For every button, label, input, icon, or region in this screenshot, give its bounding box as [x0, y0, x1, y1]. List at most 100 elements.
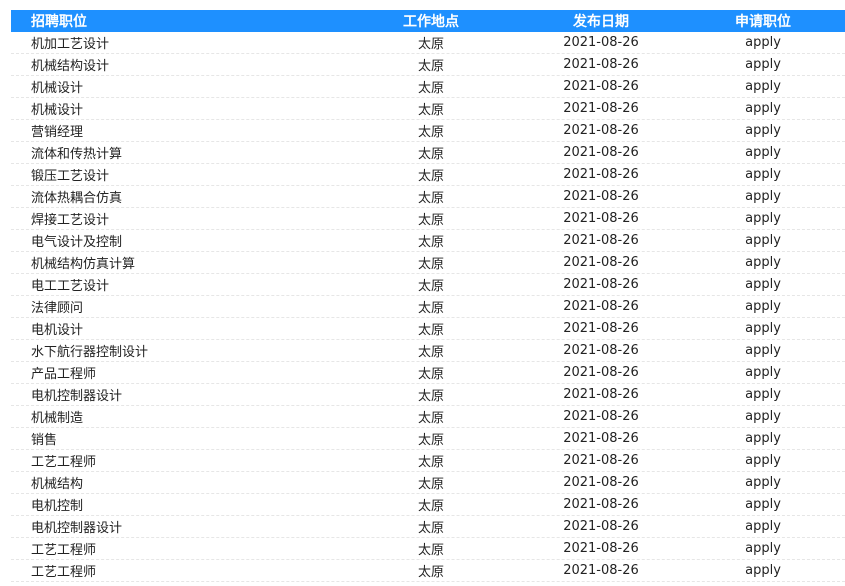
table-row: 流体热耦合仿真 太原 2021-08-26 apply: [11, 186, 845, 208]
publish-date-cell: 2021-08-26: [563, 475, 639, 490]
publish-date-cell: 2021-08-26: [563, 167, 639, 182]
table-row: 电机控制器设计 太原 2021-08-26 apply: [11, 516, 845, 538]
apply-link[interactable]: apply: [745, 233, 781, 248]
table-row: 电机控制器设计 太原 2021-08-26 apply: [11, 384, 845, 406]
table-row: 法律顾问 太原 2021-08-26 apply: [11, 296, 845, 318]
job-position-cell: 电工工艺设计: [31, 279, 110, 294]
publish-date-cell: 2021-08-26: [563, 145, 639, 160]
table-row: 销售 太原 2021-08-26 apply: [11, 428, 845, 450]
job-position-cell: 流体和传热计算: [31, 147, 123, 162]
job-position-cell: 机械结构: [31, 477, 84, 492]
apply-cell: apply: [681, 299, 845, 314]
apply-cell: apply: [681, 365, 845, 380]
apply-link[interactable]: apply: [745, 365, 781, 380]
apply-link[interactable]: apply: [745, 343, 781, 358]
apply-cell: apply: [681, 145, 845, 160]
job-position-cell: 机械制造: [31, 411, 84, 426]
apply-link[interactable]: apply: [745, 211, 781, 226]
job-location-cell: 太原: [417, 411, 444, 426]
apply-link[interactable]: apply: [745, 497, 781, 512]
job-location-cell: 太原: [417, 169, 444, 184]
job-location-cell: 太原: [417, 235, 444, 250]
job-position-cell: 销售: [31, 433, 58, 448]
publish-date-cell: 2021-08-26: [563, 343, 639, 358]
apply-cell: apply: [681, 211, 845, 226]
publish-date-cell: 2021-08-26: [563, 233, 639, 248]
table-header: 招聘职位 工作地点 发布日期 申请职位: [11, 10, 845, 32]
publish-date-cell: 2021-08-26: [563, 365, 639, 380]
publish-date-cell: 2021-08-26: [563, 563, 639, 578]
apply-cell: apply: [681, 255, 845, 270]
apply-cell: apply: [681, 409, 845, 424]
apply-link[interactable]: apply: [745, 79, 781, 94]
header-apply: 申请职位: [735, 14, 791, 30]
apply-link[interactable]: apply: [745, 167, 781, 182]
table-row: 机加工艺设计 太原 2021-08-26 apply: [11, 32, 845, 54]
publish-date-cell: 2021-08-26: [563, 79, 639, 94]
job-position-cell: 营销经理: [31, 125, 84, 140]
apply-link[interactable]: apply: [745, 321, 781, 336]
table-row: 机械结构设计 太原 2021-08-26 apply: [11, 54, 845, 76]
apply-cell: apply: [681, 189, 845, 204]
job-location-cell: 太原: [417, 389, 444, 404]
job-location-cell: 太原: [417, 499, 444, 514]
job-position-cell: 电机设计: [31, 323, 84, 338]
apply-link[interactable]: apply: [745, 453, 781, 468]
job-location-cell: 太原: [417, 543, 444, 558]
job-position-cell: 机械结构仿真计算: [31, 257, 136, 272]
job-position-cell: 机加工艺设计: [31, 37, 110, 52]
apply-link[interactable]: apply: [745, 255, 781, 270]
apply-cell: apply: [681, 519, 845, 534]
apply-cell: apply: [681, 343, 845, 358]
job-location-cell: 太原: [417, 103, 444, 118]
header-date: 发布日期: [573, 14, 629, 30]
table-row: 锻压工艺设计 太原 2021-08-26 apply: [11, 164, 845, 186]
job-position-cell: 机械结构设计: [31, 59, 110, 74]
publish-date-cell: 2021-08-26: [563, 35, 639, 50]
job-location-cell: 太原: [417, 565, 444, 580]
job-location-cell: 太原: [417, 81, 444, 96]
job-location-cell: 太原: [417, 345, 444, 360]
apply-link[interactable]: apply: [745, 475, 781, 490]
job-location-cell: 太原: [417, 279, 444, 294]
publish-date-cell: 2021-08-26: [563, 497, 639, 512]
job-table: 招聘职位 工作地点 发布日期 申请职位 机加工艺设计太原 2021-08-26 ap…: [11, 10, 845, 582]
apply-link[interactable]: apply: [745, 541, 781, 556]
job-position-cell: 工艺工程师: [31, 543, 97, 558]
apply-link[interactable]: apply: [745, 277, 781, 292]
apply-link[interactable]: apply: [745, 101, 781, 116]
apply-link[interactable]: apply: [745, 563, 781, 578]
apply-link[interactable]: apply: [745, 519, 781, 534]
table-row: 工艺工程师 太原 2021-08-26 apply: [11, 560, 845, 582]
apply-cell: apply: [681, 101, 845, 116]
publish-date-cell: 2021-08-26: [563, 519, 639, 534]
table-row: 电机设计 太原 2021-08-26 apply: [11, 318, 845, 340]
publish-date-cell: 2021-08-26: [563, 387, 639, 402]
apply-cell: apply: [681, 541, 845, 556]
apply-link[interactable]: apply: [745, 123, 781, 138]
apply-link[interactable]: apply: [745, 189, 781, 204]
publish-date-cell: 2021-08-26: [563, 255, 639, 270]
job-position-cell: 焊接工艺设计: [31, 213, 110, 228]
apply-link[interactable]: apply: [745, 431, 781, 446]
job-position-cell: 机械设计: [31, 103, 84, 118]
apply-cell: apply: [681, 497, 845, 512]
apply-link[interactable]: apply: [745, 299, 781, 314]
table-row: 机械结构仿真计算 太原 2021-08-26 apply: [11, 252, 845, 274]
job-position-cell: 工艺工程师: [31, 455, 97, 470]
table-row: 机械设计 太原 2021-08-26 apply: [11, 76, 845, 98]
apply-link[interactable]: apply: [745, 57, 781, 72]
table-row: 电工工艺设计 太原 2021-08-26 apply: [11, 274, 845, 296]
apply-link[interactable]: apply: [745, 35, 781, 50]
table-row: 工艺工程师 太原 2021-08-26 apply: [11, 538, 845, 560]
apply-link[interactable]: apply: [745, 409, 781, 424]
apply-cell: apply: [681, 475, 845, 490]
apply-link[interactable]: apply: [745, 145, 781, 160]
table-row: 营销经理 太原 2021-08-26 apply: [11, 120, 845, 142]
apply-cell: apply: [681, 387, 845, 402]
publish-date-cell: 2021-08-26: [563, 101, 639, 116]
apply-link[interactable]: apply: [745, 387, 781, 402]
job-location-cell: 太原: [417, 301, 444, 316]
publish-date-cell: 2021-08-26: [563, 123, 639, 138]
publish-date-cell: 2021-08-26: [563, 453, 639, 468]
